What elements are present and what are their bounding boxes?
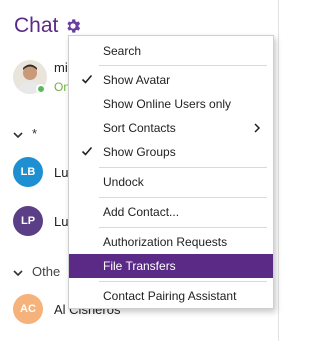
menu-divider xyxy=(99,227,267,228)
group-header-others[interactable]: Othe xyxy=(13,264,60,279)
menu-item-label: Show Online Users only xyxy=(103,97,232,111)
contact-avatar: LP xyxy=(13,206,43,236)
menu-item-label: Show Avatar xyxy=(103,73,171,87)
chevron-right-icon xyxy=(253,123,261,133)
menu-item-label: Contact Pairing Assistant xyxy=(103,289,237,303)
menu-item-show-groups[interactable]: Show Groups xyxy=(69,140,273,164)
group-label: Othe xyxy=(32,264,61,279)
contact-name: Lu xyxy=(54,165,69,180)
menu-item-contact-pairing-assistant[interactable]: Contact Pairing Assistant xyxy=(69,284,273,308)
contact-name: Lu xyxy=(54,214,69,229)
checkmark-icon xyxy=(81,145,93,157)
menu-item-show-online-users-only[interactable]: Show Online Users only xyxy=(69,92,273,116)
menu-item-show-avatar[interactable]: Show Avatar xyxy=(69,68,273,92)
menu-item-search[interactable]: Search xyxy=(69,39,273,63)
menu-item-label: File Transfers xyxy=(103,259,176,273)
contact-avatar: LB xyxy=(13,157,43,187)
menu-divider xyxy=(99,197,267,198)
menu-item-label: Show Groups xyxy=(103,145,176,159)
my-name: mi xyxy=(54,60,68,75)
group-label: * xyxy=(32,126,38,141)
menu-divider xyxy=(99,167,267,168)
menu-item-file-transfers[interactable]: File Transfers xyxy=(69,254,273,278)
menu-item-label: Authorization Requests xyxy=(103,235,228,249)
settings-context-menu: Search Show Avatar Show Online Users onl… xyxy=(68,35,274,309)
menu-divider xyxy=(99,281,267,282)
menu-item-sort-contacts[interactable]: Sort Contacts xyxy=(69,116,273,140)
contact-avatar: AC xyxy=(13,294,43,324)
menu-item-authorization-requests[interactable]: Authorization Requests xyxy=(69,230,273,254)
menu-item-label: Sort Contacts xyxy=(103,121,176,135)
menu-item-label: Add Contact... xyxy=(103,205,180,219)
group-header-favorites[interactable]: * xyxy=(13,126,37,141)
checkmark-icon xyxy=(81,73,93,85)
menu-item-label: Undock xyxy=(103,175,144,189)
chevron-down-icon xyxy=(13,268,23,278)
gear-icon[interactable] xyxy=(64,17,82,35)
menu-item-label: Search xyxy=(103,44,142,58)
chevron-down-icon xyxy=(13,130,23,140)
online-presence-indicator xyxy=(36,84,46,94)
page-title: Chat xyxy=(14,14,59,37)
menu-divider xyxy=(99,65,267,66)
menu-item-undock[interactable]: Undock xyxy=(69,170,273,194)
menu-item-add-contact[interactable]: Add Contact... xyxy=(69,200,273,224)
